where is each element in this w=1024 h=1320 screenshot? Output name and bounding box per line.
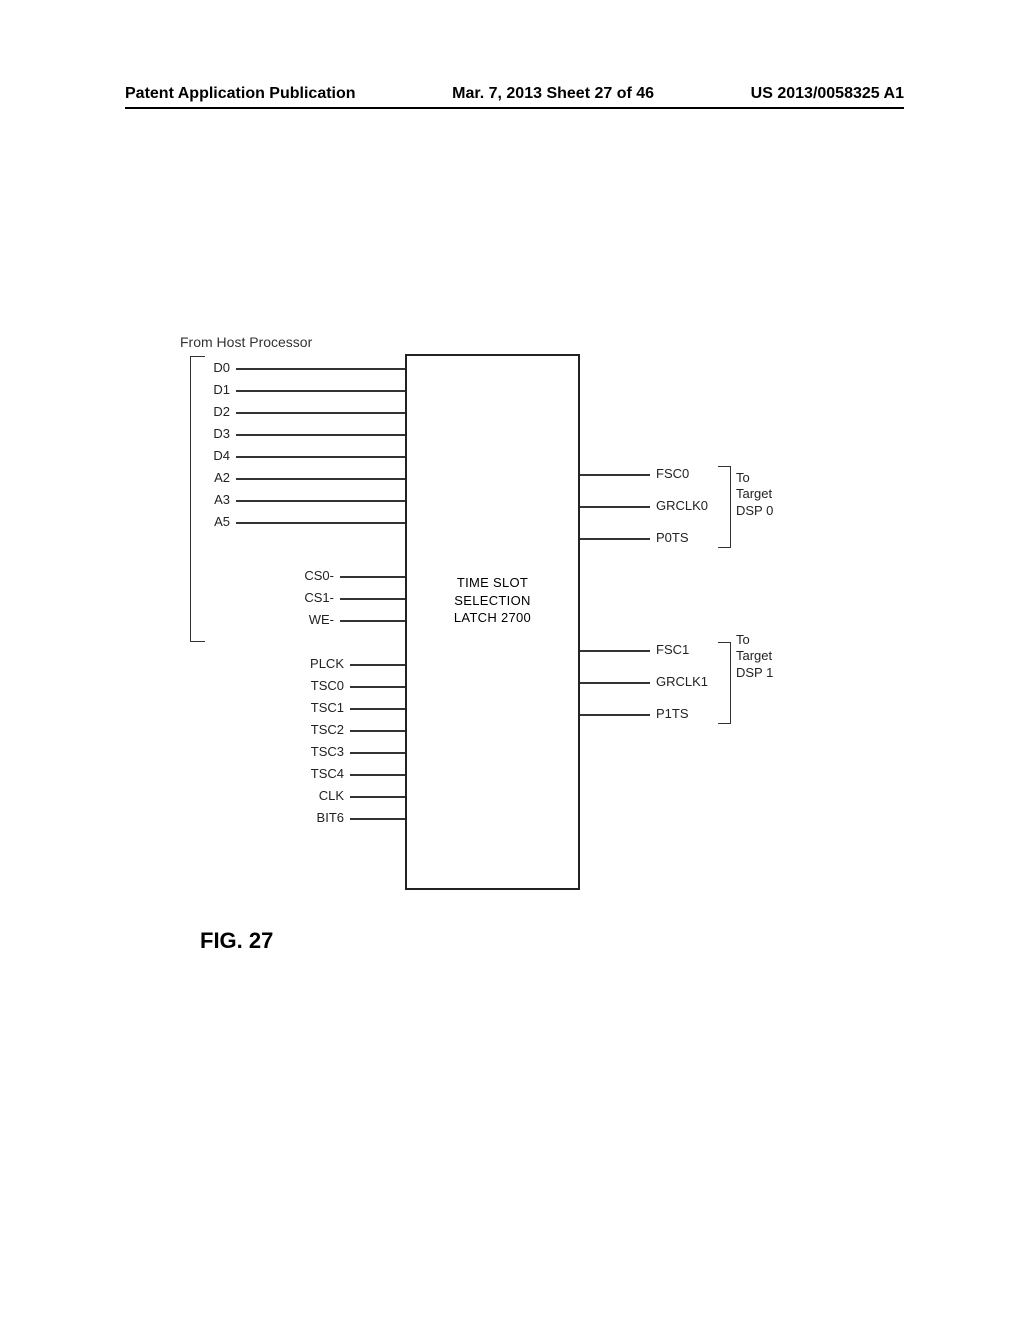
- pin-line: [236, 434, 405, 436]
- page-header: Patent Application Publication Mar. 7, 2…: [125, 85, 904, 109]
- pin-tsc4: TSC4: [350, 774, 405, 792]
- pin-line: [580, 506, 650, 508]
- pin-d0: D0: [236, 368, 405, 386]
- pin-plck: PLCK: [350, 664, 405, 682]
- pin-line: [350, 686, 405, 688]
- header-center: Mar. 7, 2013 Sheet 27 of 46: [452, 85, 654, 103]
- pin-fsc1: FSC1: [580, 650, 650, 668]
- pin-tsc2: TSC2: [350, 730, 405, 748]
- pin-p0ts: P0TS: [580, 538, 650, 556]
- pin-tsc1: TSC1: [350, 708, 405, 726]
- dsp1-label: To Target DSP 1: [736, 632, 773, 681]
- time-slot-selection-latch-block: TIME SLOT SELECTION LATCH 2700: [405, 354, 580, 890]
- page: Patent Application Publication Mar. 7, 2…: [0, 0, 1024, 1320]
- pin-tsc0: TSC0: [350, 686, 405, 704]
- pin-line: [350, 752, 405, 754]
- header-left: Patent Application Publication: [125, 85, 356, 103]
- pin-line: [350, 796, 405, 798]
- pin-line: [340, 620, 405, 622]
- pin-fsc0: FSC0: [580, 474, 650, 492]
- dsp0-label: To Target DSP 0: [736, 470, 773, 519]
- pin-cs0: CS0-: [340, 576, 405, 594]
- pin-line: [580, 714, 650, 716]
- pin-a2: A2: [236, 478, 405, 496]
- pin-d1: D1: [236, 390, 405, 408]
- pin-line: [350, 818, 405, 820]
- block-label-line2: SELECTION: [454, 593, 530, 608]
- pin-line: [350, 774, 405, 776]
- pin-line: [350, 664, 405, 666]
- header-right: US 2013/0058325 A1: [751, 85, 904, 103]
- pin-clk: CLK: [350, 796, 405, 814]
- pin-d2: D2: [236, 412, 405, 430]
- pin-grclk0: GRCLK0: [580, 506, 650, 524]
- host-processor-label: From Host Processor: [180, 334, 312, 350]
- block-diagram: From Host Processor TIME SLOT SELECTION …: [180, 340, 840, 900]
- pin-a3: A3: [236, 500, 405, 518]
- host-bracket: [190, 356, 205, 642]
- pin-line: [236, 412, 405, 414]
- pin-bit6: BIT6: [350, 818, 405, 836]
- pin-line: [340, 598, 405, 600]
- pin-line: [580, 474, 650, 476]
- pin-we: WE-: [340, 620, 405, 638]
- dsp0-bracket: [718, 466, 731, 548]
- pin-tsc3: TSC3: [350, 752, 405, 770]
- pin-line: [340, 576, 405, 578]
- pin-line: [236, 456, 405, 458]
- pin-line: [236, 368, 405, 370]
- dsp1-bracket: [718, 642, 731, 724]
- pin-line: [236, 390, 405, 392]
- pin-grclk1: GRCLK1: [580, 682, 650, 700]
- pin-cs1: CS1-: [340, 598, 405, 616]
- pin-line: [350, 708, 405, 710]
- block-label-line1: TIME SLOT: [457, 575, 528, 590]
- pin-a5: A5: [236, 522, 405, 540]
- pin-d4: D4: [236, 456, 405, 474]
- pin-line: [350, 730, 405, 732]
- figure-label: FIG. 27: [200, 928, 273, 954]
- pin-line: [580, 682, 650, 684]
- pin-line: [236, 478, 405, 480]
- pin-line: [580, 650, 650, 652]
- pin-line: [236, 500, 405, 502]
- block-label-line3: LATCH 2700: [454, 610, 531, 625]
- pin-line: [236, 522, 405, 524]
- block-label: TIME SLOT SELECTION LATCH 2700: [407, 574, 578, 627]
- pin-line: [580, 538, 650, 540]
- pin-d3: D3: [236, 434, 405, 452]
- pin-p1ts: P1TS: [580, 714, 650, 732]
